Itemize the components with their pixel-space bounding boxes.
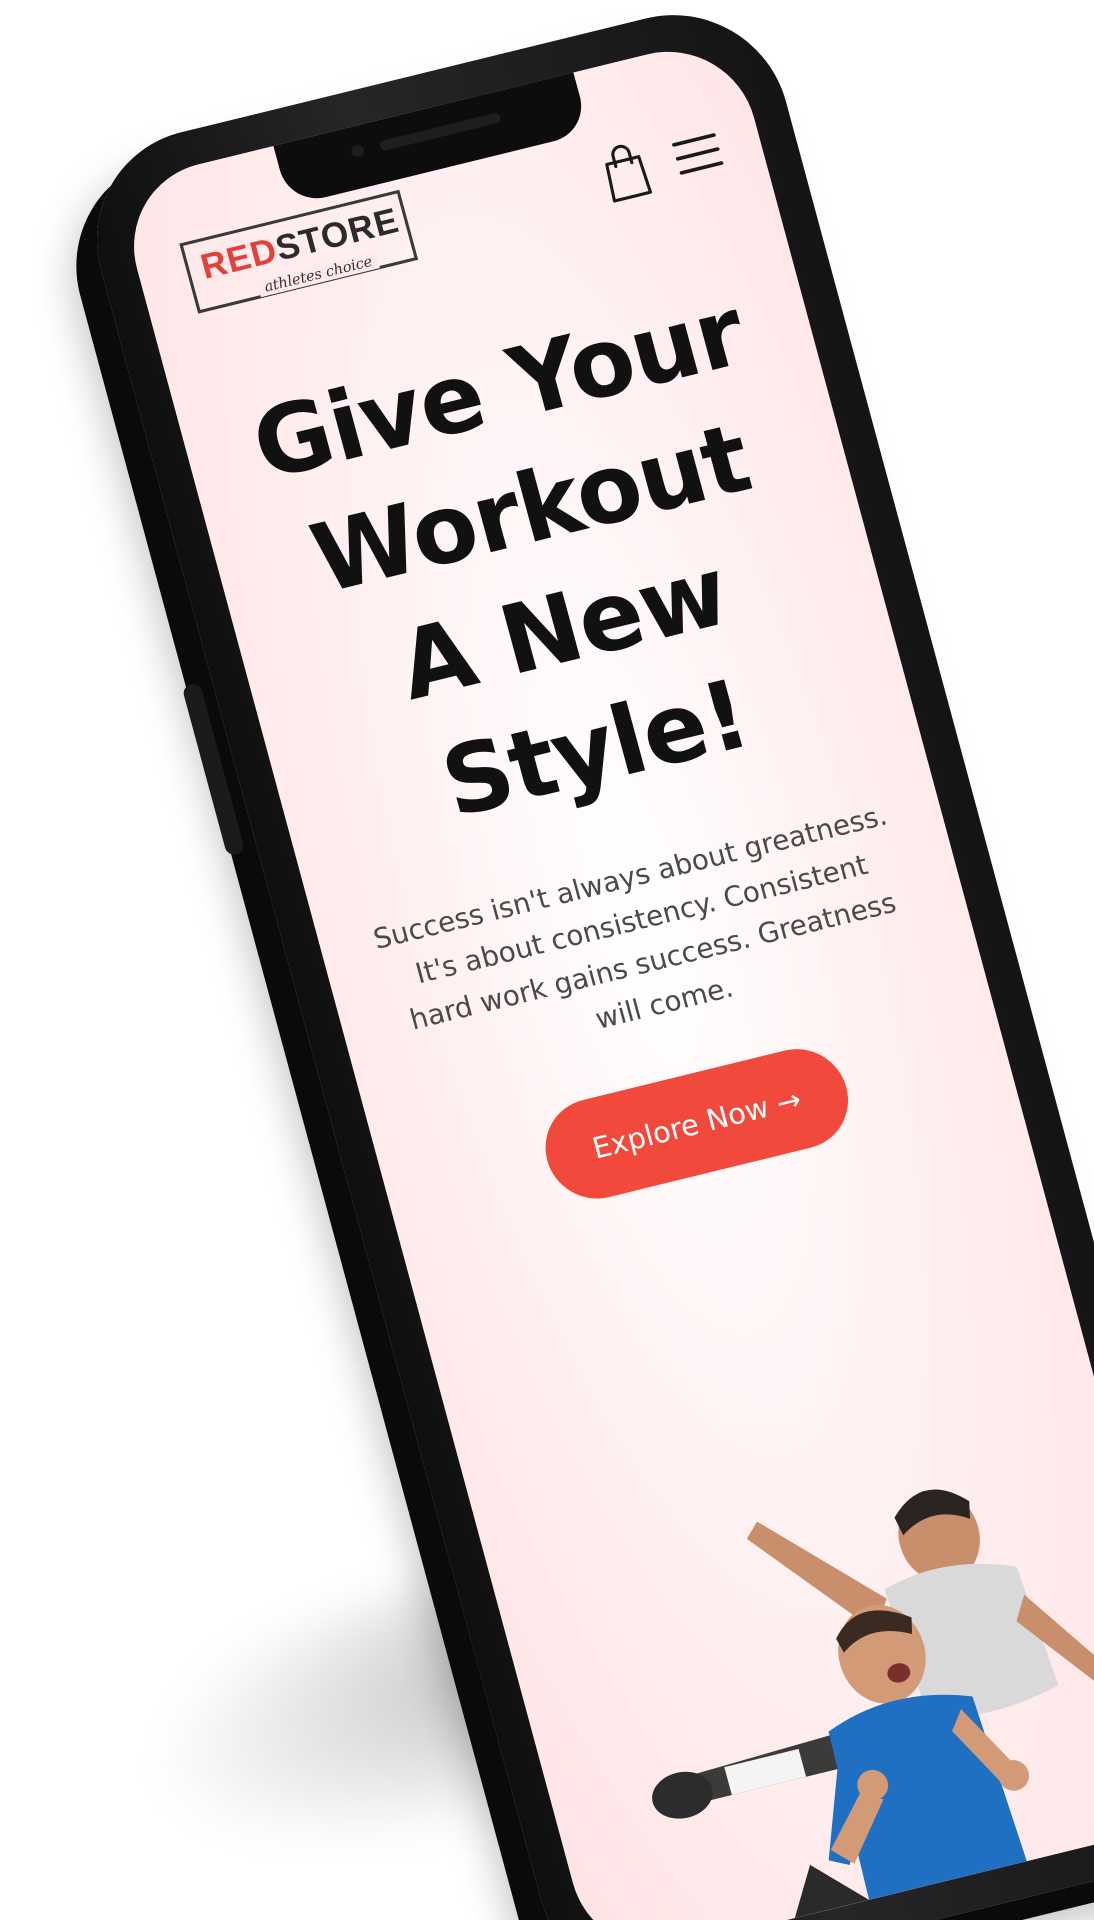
logo-word-dark: STORE [271, 200, 404, 269]
navbar-icons [596, 120, 728, 206]
earpiece-speaker [378, 112, 501, 152]
redstore-logo[interactable]: REDSTORE athletes choice [179, 189, 419, 314]
hamburger-menu-icon[interactable] [670, 129, 725, 180]
athletes-image [529, 1346, 1094, 1920]
shopping-bag-icon[interactable] [596, 137, 656, 206]
phone-mockup: REDSTORE athletes choice Give Your Worko… [71, 0, 1094, 1920]
hero-title: Give Your Workout A New Style! [174, 254, 921, 885]
mockup-stage: REDSTORE athletes choice Give Your Worko… [0, 0, 1094, 1920]
hero-section: Give Your Workout A New Style! Success i… [174, 254, 1019, 1248]
explore-now-button[interactable]: Explore Now → [534, 1038, 860, 1210]
front-camera [349, 143, 365, 159]
